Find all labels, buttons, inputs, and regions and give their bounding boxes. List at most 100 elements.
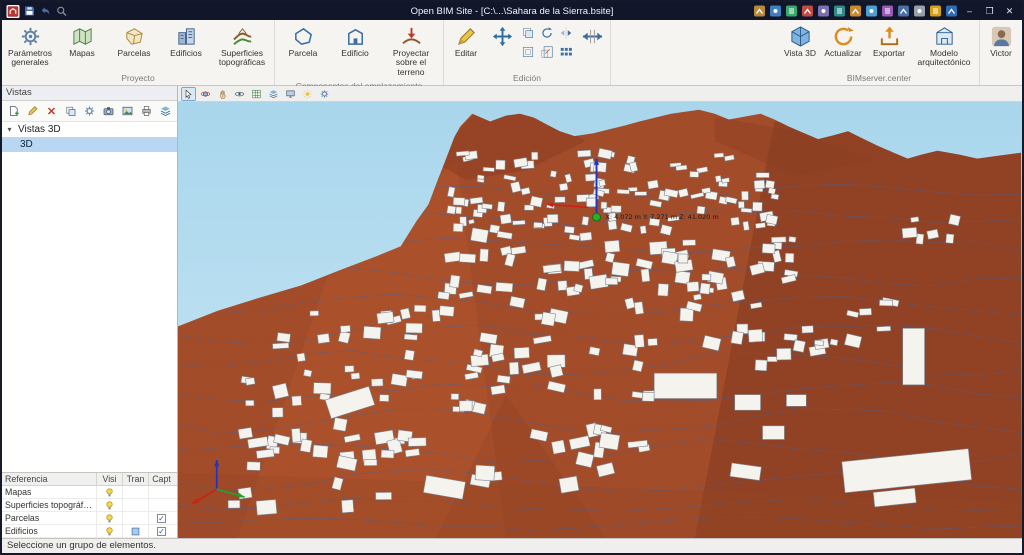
views-panel-title: Vistas [2, 86, 177, 101]
tree-item-3d[interactable]: 3D [2, 137, 177, 152]
capture-cell[interactable] [148, 499, 174, 511]
visibility-cell[interactable] [96, 525, 122, 537]
bulb-icon[interactable] [104, 500, 115, 511]
column-header: Referencia [2, 474, 96, 484]
bulb-icon[interactable] [104, 526, 115, 537]
close-button[interactable]: ✕ [1001, 4, 1018, 18]
visibility-cell[interactable] [96, 499, 122, 511]
gizmo-origin-handle[interactable] [593, 213, 601, 221]
doc-plus-icon[interactable] [4, 103, 22, 120]
capture-cell[interactable]: ✓ [148, 525, 174, 537]
group-label: BIMserver.center [782, 72, 976, 85]
view-options-tool-icon[interactable] [317, 87, 332, 101]
mirror-icon[interactable] [557, 24, 575, 42]
offset-icon[interactable] [519, 43, 537, 61]
estirar-button[interactable] [577, 22, 607, 51]
ribbon-group-componentes: Parcela Edificio Proyectar sobre el terr… [275, 20, 444, 85]
array-icon[interactable] [557, 43, 575, 61]
printer-icon[interactable] [137, 103, 155, 120]
editar-button[interactable]: Editar [447, 22, 485, 61]
ribbon-group-user: Victor [980, 20, 1022, 85]
superficies-topograficas-button[interactable]: Superficies topográficas [213, 22, 271, 71]
collapse-arrow-icon[interactable]: ▾ [5, 125, 14, 134]
edificios-button[interactable]: Edificios [161, 22, 211, 61]
table-row-mapas[interactable]: Mapas [2, 486, 177, 499]
parcelas-button[interactable]: Parcelas [109, 22, 159, 61]
render-tool-icon[interactable] [283, 87, 298, 101]
button-label: Proyectar sobre el terreno [384, 49, 438, 77]
scale-icon[interactable] [538, 43, 556, 61]
capture-checkbox[interactable]: ✓ [157, 527, 166, 536]
ribbon: Parámetros generales Mapas Parcelas Edif… [2, 20, 1022, 86]
shadows-tool-icon[interactable] [300, 87, 315, 101]
titlebar-tool-icon[interactable] [849, 5, 862, 17]
user-account-button[interactable]: Victor [983, 22, 1019, 61]
layers-tool-icon[interactable] [266, 87, 281, 101]
titlebar-tool-icon[interactable] [913, 5, 926, 17]
parametros-generales-button[interactable]: Parámetros generales [5, 22, 55, 71]
titlebar-tool-icon[interactable] [753, 5, 766, 17]
capture-cell[interactable]: ✓ [148, 512, 174, 524]
undo-icon[interactable] [39, 5, 52, 17]
titlebar-tool-icon[interactable] [769, 5, 782, 17]
capture-cell[interactable] [148, 486, 174, 498]
copy-icon[interactable] [519, 24, 537, 42]
grid-tool-icon[interactable] [249, 87, 264, 101]
titlebar-tool-icon[interactable] [833, 5, 846, 17]
row-reference-label: Parcelas [2, 513, 96, 523]
table-row-parcelas[interactable]: Parcelas ✓ [2, 512, 177, 525]
titlebar-tool-icon[interactable] [929, 5, 942, 17]
visibility-cell[interactable] [96, 486, 122, 498]
titlebar-tool-icon[interactable] [865, 5, 878, 17]
vista-3d-button[interactable]: Vista 3D [782, 22, 818, 61]
copy-sm-icon[interactable] [61, 103, 79, 120]
table-row-superficies-topográficas[interactable]: Superficies topográficas [2, 499, 177, 512]
maximize-button[interactable]: ❒ [981, 4, 998, 18]
titlebar-tool-icon[interactable] [881, 5, 894, 17]
trash-icon[interactable] [42, 103, 60, 120]
mapas-button[interactable]: Mapas [57, 22, 107, 61]
edificio-button[interactable]: Edificio [330, 22, 380, 61]
pencil-icon [455, 25, 478, 48]
titlebar-tool-icon[interactable] [785, 5, 798, 17]
layers-sm-icon[interactable] [156, 103, 174, 120]
ribbon-spacer [611, 20, 779, 85]
image-icon[interactable] [118, 103, 136, 120]
bulb-icon[interactable] [104, 487, 115, 498]
visibility-cell[interactable] [96, 512, 122, 524]
reference-table: ReferenciaVisiTranCaptMapasSuperficies t… [2, 472, 177, 538]
gear-sm-icon[interactable] [80, 103, 98, 120]
parcela-button[interactable]: Parcela [278, 22, 328, 61]
visibility-tool-icon[interactable] [232, 87, 247, 101]
orbit-tool-icon[interactable] [198, 87, 213, 101]
pan-tool-icon[interactable] [215, 87, 230, 101]
capture-checkbox[interactable]: ✓ [157, 514, 166, 523]
select-tool-icon[interactable] [181, 87, 196, 101]
pencil-sm-icon[interactable] [23, 103, 41, 120]
exportar-button[interactable]: Exportar [868, 22, 910, 61]
titlebar-tool-icon[interactable] [897, 5, 910, 17]
transparency-cell[interactable] [122, 512, 148, 524]
titlebar-tool-icon[interactable] [801, 5, 814, 17]
titlebar-tool-icon[interactable] [945, 5, 958, 17]
actualizar-button[interactable]: Actualizar [820, 22, 866, 61]
mover-button[interactable] [487, 22, 517, 51]
tree-group-vistas-3d[interactable]: ▾Vistas 3D [2, 122, 177, 137]
transparency-cell[interactable] [122, 486, 148, 498]
camera-icon[interactable] [99, 103, 117, 120]
titlebar-tool-icon[interactable] [817, 5, 830, 17]
proyectar-sobre-terreno-button[interactable]: Proyectar sobre el terreno [382, 22, 440, 80]
views-toolbar [2, 101, 177, 122]
modelo-arquitectonico-button[interactable]: Modelo arquitectónico [912, 22, 976, 71]
rotate-icon[interactable] [538, 24, 556, 42]
bulb-icon[interactable] [104, 513, 115, 524]
app-logo-icon[interactable] [6, 5, 20, 18]
table-row-edificios[interactable]: Edificios✓ [2, 525, 177, 538]
save-icon[interactable] [23, 5, 36, 17]
search-icon[interactable] [55, 5, 68, 17]
transparency-cell[interactable] [122, 499, 148, 511]
minimize-button[interactable]: – [961, 4, 978, 18]
transparency-icon[interactable] [130, 526, 141, 537]
3d-viewport-scene[interactable]: X: 4.072 m Y: 7.271 m Z: 41.020 m [178, 102, 1022, 538]
transparency-cell[interactable] [122, 525, 148, 537]
